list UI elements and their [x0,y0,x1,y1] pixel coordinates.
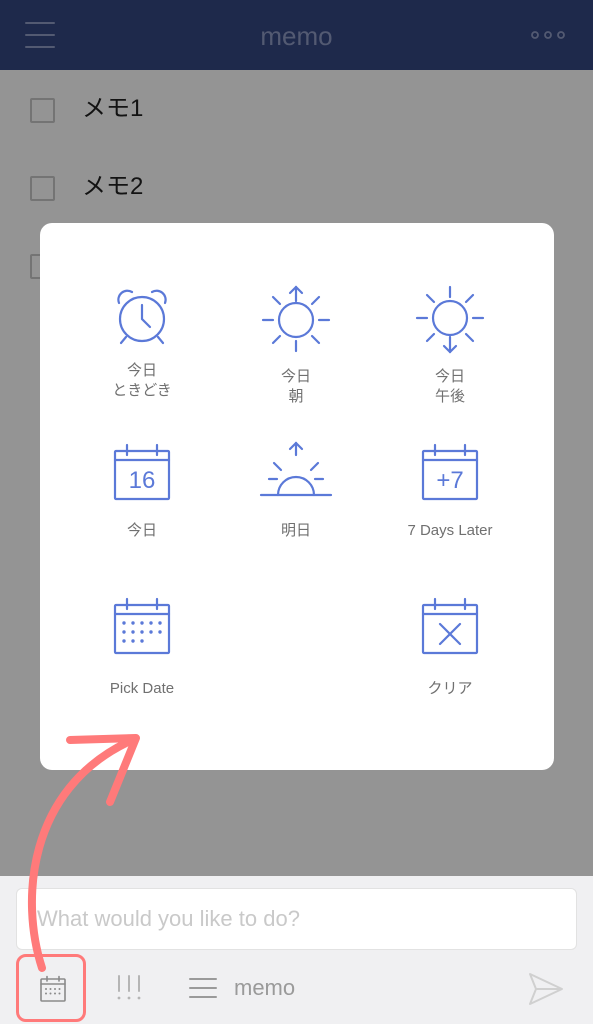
option-label: 明日 [280,522,311,539]
calendar-icon [40,975,66,1002]
horizon-sun-icon [259,441,333,497]
calendar-today-icon: 16 [113,443,171,501]
option-label: クリア [427,680,473,697]
option-label: 今日 朝 [280,368,311,405]
due-date-dialog: 今日 ときどき 今日 朝 今日 午後 16 今日 明日 +7 7 Days La… [40,223,554,770]
option-today-morning[interactable]: 今日 朝 [221,285,371,407]
calendar-day-number: 16 [129,467,156,494]
option-today-afternoon[interactable]: 今日 午後 [375,285,525,407]
option-seven-days-later[interactable]: +7 7 Days Later [375,443,525,541]
calendar-clear-icon [421,597,479,655]
option-label: 今日 午後 [434,368,465,405]
bottom-bar: memo [0,876,593,1024]
option-label: 今日 [126,522,157,539]
calendar-offset-text: +7 [436,467,463,494]
due-date-button[interactable] [16,954,86,1022]
option-label: Pick Date [109,680,175,697]
option-today-sometimes[interactable]: 今日 ときどき [67,285,217,401]
sunset-icon [415,285,485,354]
send-icon[interactable] [528,972,564,1006]
priority-icon[interactable] [114,974,144,1002]
option-pick-date[interactable]: Pick Date [67,597,217,699]
option-clear[interactable]: クリア [375,597,525,699]
list-selector-label: memo [234,975,296,1000]
list-selector[interactable]: memo [188,974,295,1002]
sunrise-icon [261,285,331,353]
list-icon [189,978,217,998]
calendar-plus-seven-icon: +7 [421,443,479,501]
alarm-clock-icon [117,289,167,345]
calendar-grid-icon [113,597,171,655]
option-tomorrow[interactable]: 明日 [221,441,371,541]
option-today[interactable]: 16 今日 [67,443,217,541]
task-input[interactable] [16,888,577,950]
option-label: 7 Days Later [407,522,493,539]
option-label: 今日 ときどき [112,362,172,399]
